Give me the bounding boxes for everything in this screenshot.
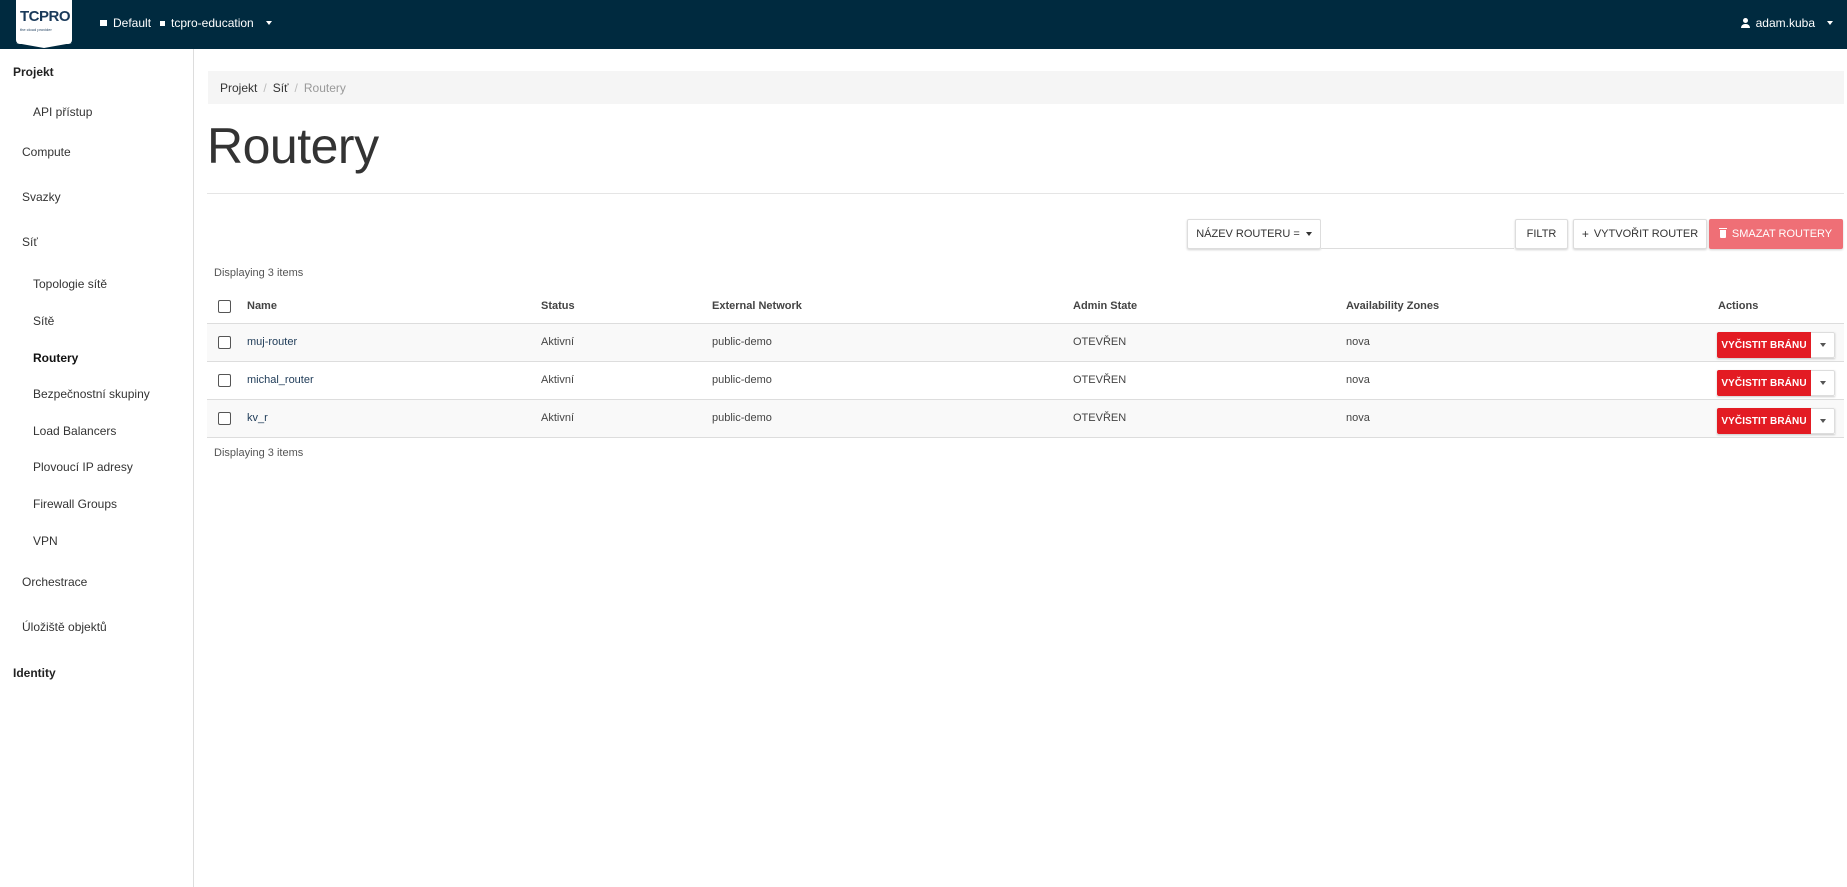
column-header-admin-state[interactable]: Admin State bbox=[1073, 300, 1137, 312]
delete-routers-label: SMAZAT ROUTERY bbox=[1731, 228, 1833, 240]
clear-gateway-button[interactable]: VYČISTIT BRÁNU bbox=[1717, 408, 1811, 434]
chevron-down-icon bbox=[1305, 232, 1312, 236]
project-selector[interactable]: tcpro-education bbox=[160, 16, 272, 30]
router-admin-state: OTEVŘEN bbox=[1073, 374, 1127, 386]
item-count-top: Displaying 3 items bbox=[214, 267, 304, 279]
sidebar-item-topologie[interactable]: Topologie sítě bbox=[33, 277, 107, 291]
row-actions: VYČISTIT BRÁNU bbox=[1717, 332, 1835, 358]
sidebar-item-vpn[interactable]: VPN bbox=[33, 534, 58, 548]
page-title: Routery bbox=[207, 118, 379, 174]
row-actions: VYČISTIT BRÁNU bbox=[1717, 408, 1835, 434]
sidebar-item-svazky[interactable]: Svazky bbox=[22, 190, 61, 204]
sidebar-item-firewall-groups[interactable]: Firewall Groups bbox=[33, 497, 117, 511]
sidebar-item-routery[interactable]: Routery bbox=[33, 351, 78, 365]
tcpro-logo[interactable]: TCPRO the cloud provider bbox=[16, 0, 72, 48]
router-name-link[interactable]: kv_r bbox=[247, 412, 268, 424]
chevron-down-icon bbox=[1819, 343, 1826, 347]
chevron-down-icon bbox=[1819, 419, 1826, 423]
row-actions-dropdown[interactable] bbox=[1811, 408, 1835, 434]
item-count-bottom: Displaying 3 items bbox=[214, 447, 304, 459]
filter-field-dropdown[interactable]: NÁZEV ROUTERU = bbox=[1187, 219, 1321, 249]
breadcrumb-current: Routery bbox=[303, 80, 346, 95]
sidebar-item-compute[interactable]: Compute bbox=[22, 145, 71, 159]
router-name-link[interactable]: muj-router bbox=[247, 336, 297, 348]
user-name: adam.kuba bbox=[1755, 16, 1815, 30]
router-status: Aktivní bbox=[541, 412, 575, 424]
trash-icon bbox=[1718, 228, 1727, 238]
router-name-link[interactable]: michal_router bbox=[247, 374, 314, 386]
project-icon bbox=[160, 20, 165, 26]
logo-tagline: the cloud provider bbox=[20, 27, 52, 32]
sidebar-item-orchestrace[interactable]: Orchestrace bbox=[22, 575, 87, 589]
table-row: michal_router Aktivní public-demo OTEVŘE… bbox=[207, 362, 1844, 400]
title-divider bbox=[207, 193, 1844, 194]
chevron-down-icon bbox=[265, 21, 272, 25]
router-admin-state: OTEVŘEN bbox=[1073, 336, 1127, 348]
sidebar-item-floating-ips[interactable]: Plovoucí IP adresy bbox=[33, 460, 133, 474]
sidebar-item-object-store[interactable]: Úložiště objektů bbox=[22, 620, 107, 634]
filter-button[interactable]: FILTR bbox=[1515, 219, 1568, 249]
sidebar-item-security-groups[interactable]: Bezpečnostní skupiny bbox=[33, 387, 150, 401]
column-header-status[interactable]: Status bbox=[541, 300, 575, 312]
chevron-down-icon bbox=[1827, 21, 1833, 25]
router-external-network: public-demo bbox=[712, 412, 772, 424]
breadcrumb-separator: / bbox=[263, 80, 267, 95]
router-status: Aktivní bbox=[541, 374, 575, 386]
user-icon bbox=[1740, 18, 1750, 28]
table-row: kv_r Aktivní public-demo OTEVŘEN nova VY… bbox=[207, 400, 1844, 438]
domain-icon bbox=[100, 20, 107, 26]
column-header-name[interactable]: Name bbox=[247, 300, 277, 312]
sidebar-section-identity[interactable]: Identity bbox=[13, 666, 56, 680]
sidebar-item-api[interactable]: API přístup bbox=[33, 105, 92, 119]
delete-routers-button[interactable]: SMAZAT ROUTERY bbox=[1709, 219, 1843, 249]
column-header-external-network[interactable]: External Network bbox=[712, 300, 802, 312]
sidebar-item-load-balancers[interactable]: Load Balancers bbox=[33, 424, 116, 438]
chevron-down-icon bbox=[1819, 381, 1826, 385]
router-availability-zone: nova bbox=[1346, 412, 1370, 424]
clear-gateway-button[interactable]: VYČISTIT BRÁNU bbox=[1717, 370, 1811, 396]
select-all-checkbox[interactable] bbox=[218, 300, 231, 313]
row-checkbox[interactable] bbox=[218, 336, 231, 349]
row-actions-dropdown[interactable] bbox=[1811, 332, 1835, 358]
breadcrumb-projekt[interactable]: Projekt bbox=[220, 81, 257, 95]
plus-icon: + bbox=[1581, 227, 1589, 241]
breadcrumb: Projekt / Síť / Routery bbox=[208, 71, 1844, 104]
domain-label: Default bbox=[113, 16, 152, 30]
sidebar-section-projekt[interactable]: Projekt bbox=[13, 65, 54, 79]
top-navbar: TCPRO the cloud provider Default tcpro-e… bbox=[0, 0, 1847, 49]
user-menu[interactable]: adam.kuba bbox=[1740, 16, 1833, 30]
router-external-network: public-demo bbox=[712, 336, 772, 348]
breadcrumb-separator: / bbox=[294, 80, 298, 95]
router-status: Aktivní bbox=[541, 336, 575, 348]
filter-input[interactable] bbox=[1321, 219, 1514, 249]
sidebar: Projekt API přístup Compute Svazky Síť T… bbox=[0, 49, 194, 887]
breadcrumb-sit[interactable]: Síť bbox=[273, 81, 289, 95]
sidebar-item-site[interactable]: Sítě bbox=[33, 314, 54, 328]
column-header-availability-zones[interactable]: Availability Zones bbox=[1346, 300, 1439, 312]
table-header: Name Status External Network Admin State… bbox=[207, 290, 1844, 324]
create-router-button[interactable]: + VYTVOŘIT ROUTER bbox=[1573, 219, 1707, 249]
router-availability-zone: nova bbox=[1346, 374, 1370, 386]
table-row: muj-router Aktivní public-demo OTEVŘEN n… bbox=[207, 324, 1844, 362]
router-availability-zone: nova bbox=[1346, 336, 1370, 348]
domain-selector[interactable]: Default bbox=[100, 16, 151, 30]
router-external-network: public-demo bbox=[712, 374, 772, 386]
filter-field-label: NÁZEV ROUTERU = bbox=[1196, 228, 1300, 240]
row-actions: VYČISTIT BRÁNU bbox=[1717, 370, 1835, 396]
row-checkbox[interactable] bbox=[218, 412, 231, 425]
column-header-actions: Actions bbox=[1718, 300, 1759, 312]
router-admin-state: OTEVŘEN bbox=[1073, 412, 1127, 424]
row-actions-dropdown[interactable] bbox=[1811, 370, 1835, 396]
sidebar-item-sit[interactable]: Síť bbox=[22, 235, 38, 249]
row-checkbox[interactable] bbox=[218, 374, 231, 387]
project-label: tcpro-education bbox=[171, 16, 254, 30]
clear-gateway-button[interactable]: VYČISTIT BRÁNU bbox=[1717, 332, 1811, 358]
create-router-label: VYTVOŘIT ROUTER bbox=[1593, 228, 1699, 240]
logo-text: TCPRO bbox=[20, 8, 71, 25]
logo-tail bbox=[16, 43, 72, 48]
